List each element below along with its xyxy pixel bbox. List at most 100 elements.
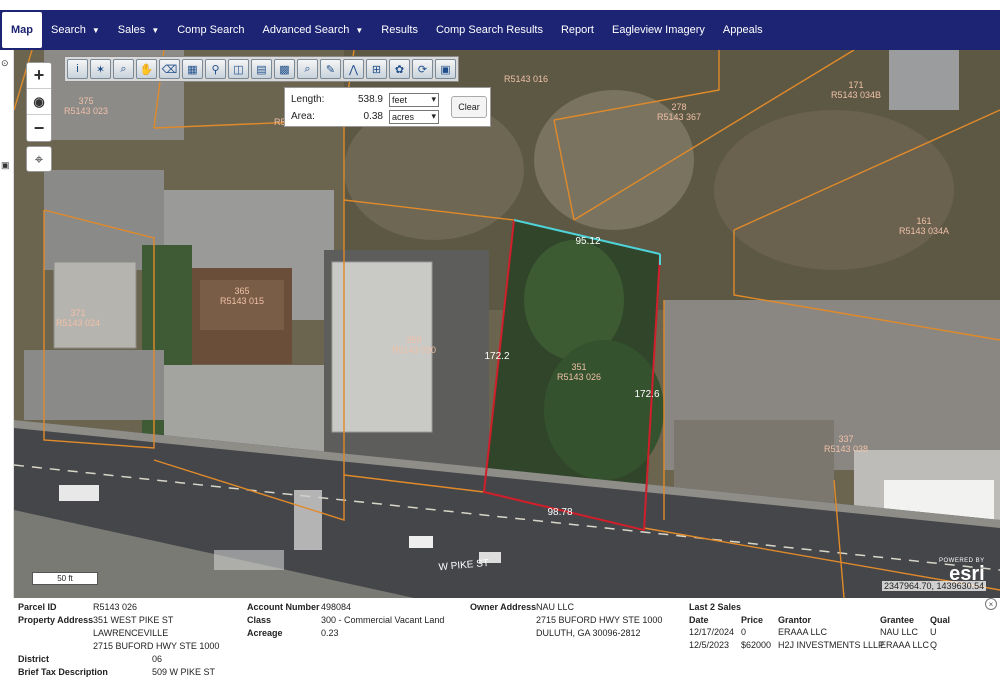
nav-comp-search-results[interactable]: Comp Search Results [427, 10, 552, 50]
nav-label: Appeals [722, 24, 763, 36]
length-unit-select[interactable]: feet ▾ [389, 92, 439, 107]
sale-date: 12/17/2024 [689, 627, 735, 637]
sales-col-grantee: Grantee [880, 615, 915, 625]
zoom-out-button[interactable]: − [27, 115, 51, 141]
class-value: 300 - Commercial Vacant Land [321, 615, 445, 625]
nav-label: Eagleview Imagery [611, 24, 705, 36]
nav-map[interactable]: Map [2, 12, 42, 48]
select-icon[interactable]: ▦ [182, 59, 203, 79]
chevron-down-icon: ▼ [151, 25, 160, 35]
parcel-label-addr: 351 [571, 362, 586, 372]
acreage-label: Acreage [247, 628, 283, 638]
nav-report[interactable]: Report [552, 10, 603, 50]
scale-bar: 50 ft [32, 572, 98, 585]
layers-icon[interactable]: ◫ [228, 59, 249, 79]
zoom-in-button[interactable]: + [27, 63, 51, 89]
panel-toggle-icon[interactable]: ⊙ [1, 58, 9, 69]
erase-icon[interactable]: ⌫ [159, 59, 180, 79]
parcel-label-addr: 359 [406, 335, 421, 345]
buffer-icon[interactable]: ⊞ [366, 59, 387, 79]
locate-parcel-icon[interactable]: ✿ [389, 59, 410, 79]
owner-address-line3: DULUTH, GA 30096-2812 [536, 628, 641, 638]
refresh-icon[interactable]: ⟳ [412, 59, 433, 79]
nav-appeals[interactable]: Appeals [714, 10, 772, 50]
parcel-id-label: Parcel ID [18, 602, 57, 612]
parcel-label-addr: 171 [848, 80, 863, 90]
measure-icon[interactable]: ▩ [274, 59, 295, 79]
node-icon[interactable]: ⋀ [343, 59, 364, 79]
account-number-label: Account Number [247, 602, 320, 612]
owner-address-label: Owner Address [470, 602, 537, 612]
dimension-label-top: 95.12 [575, 236, 600, 247]
sales-title: Last 2 Sales [689, 602, 742, 612]
top-navigation: Map Search ▼ Sales ▼ Comp Search Advanced … [0, 10, 1000, 50]
save-icon[interactable]: ▣ [435, 59, 456, 79]
search-icon[interactable]: ⌕ [297, 59, 318, 79]
nav-eagleview-imagery[interactable]: Eagleview Imagery [603, 10, 714, 50]
parcel-label-addr: 337 [838, 434, 853, 444]
parcel-details-panel: Parcel ID R5143 026 Property Address 351… [14, 598, 1000, 681]
district-label: District [18, 654, 50, 664]
parcel-label-addr: 278 [671, 102, 686, 112]
map-view[interactable]: 371 R5143 024 365 R5143 015 359 R5143 03… [14, 50, 1000, 598]
nav-label: Map [11, 24, 33, 36]
chevron-down-icon: ▼ [91, 25, 100, 35]
pin-icon[interactable]: ⚲ [205, 59, 226, 79]
sale-price: 0 [741, 627, 747, 637]
parcel-label-id: R5143 024 [56, 318, 100, 328]
sale-date: 12/5/2023 [689, 640, 730, 650]
sales-col-price: Price [741, 615, 764, 625]
zoom-control: + ◉ − [26, 62, 52, 142]
nav-label: Search [51, 24, 86, 36]
zoom-select-icon[interactable]: ⌕ [113, 59, 134, 79]
length-value: 538.9 [357, 94, 383, 105]
nav-label: Report [560, 24, 594, 36]
class-label: Class [247, 615, 272, 625]
brief-tax-value: 509 W PIKE ST [152, 667, 216, 677]
parcel-label-addr: 375 [78, 96, 93, 106]
sale-grantee: ERAAA LLC [880, 640, 930, 650]
nav-label: Advanced Search [262, 24, 350, 36]
sale-grantor: ERAAA LLC [778, 627, 828, 637]
parcel-label-id: R5143 015 [220, 296, 264, 306]
account-number-value: 498084 [321, 602, 352, 612]
parcel-label-id: R5143 030 [392, 345, 436, 355]
parcel-id-value: R5143 026 [93, 602, 138, 612]
nav-comp-search[interactable]: Comp Search [168, 10, 253, 50]
draw-icon[interactable]: ✎ [320, 59, 341, 79]
close-icon[interactable]: × [985, 598, 997, 610]
crosshair-icon[interactable]: ⌖ [26, 146, 52, 172]
side-panel-collapsed: ⊙ ▣ [0, 50, 14, 598]
area-value: 0.38 [363, 111, 383, 122]
dimension-label-right: 172.6 [634, 389, 659, 400]
nav-sales[interactable]: Sales ▼ [109, 10, 168, 50]
parcel-label-id: R5143 034B [831, 90, 881, 100]
aerial-imagery: 371 R5143 024 365 R5143 015 359 R5143 03… [14, 50, 1000, 598]
length-unit-value: feet [392, 94, 408, 105]
sale-qual: U [930, 627, 937, 637]
nav-results[interactable]: Results [372, 10, 427, 50]
area-label: Area: [291, 111, 315, 122]
parcel-label-id: R5143 023 [64, 106, 108, 116]
parcel-label-id: R5143 367 [657, 112, 701, 122]
sales-col-date: Date [689, 615, 709, 625]
area-unit-select[interactable]: acres ▾ [389, 109, 439, 124]
parcel-label-addr: 161 [916, 216, 931, 226]
map-toolbar: i ✶ ⌕ ✋ ⌫ ▦ ⚲ ◫ ▤ ▩ ⌕ ✎ ⋀ ⊞ ✿ ⟳ ▣ [64, 56, 459, 82]
parcel-label-id: R5143 026 [557, 372, 601, 382]
nav-search[interactable]: Search ▼ [42, 10, 109, 50]
info-icon[interactable]: i [67, 59, 88, 79]
chevron-down-icon: ▼ [355, 25, 364, 35]
clear-button[interactable]: Clear [451, 96, 487, 118]
globe-icon[interactable]: ◉ [27, 89, 51, 115]
pan-icon[interactable]: ✋ [136, 59, 157, 79]
brief-tax-label: Brief Tax Description [18, 667, 108, 677]
dimension-label-left: 172.2 [484, 351, 509, 362]
panel-tab-icon[interactable]: ▣ [1, 160, 10, 171]
length-label: Length: [291, 94, 325, 105]
nav-advanced-search[interactable]: Advanced Search ▼ [254, 10, 373, 50]
identify-icon[interactable]: ✶ [90, 59, 111, 79]
sales-col-grantor: Grantor [778, 615, 812, 625]
sale-grantee: NAU LLC [880, 627, 919, 637]
table-icon[interactable]: ▤ [251, 59, 272, 79]
